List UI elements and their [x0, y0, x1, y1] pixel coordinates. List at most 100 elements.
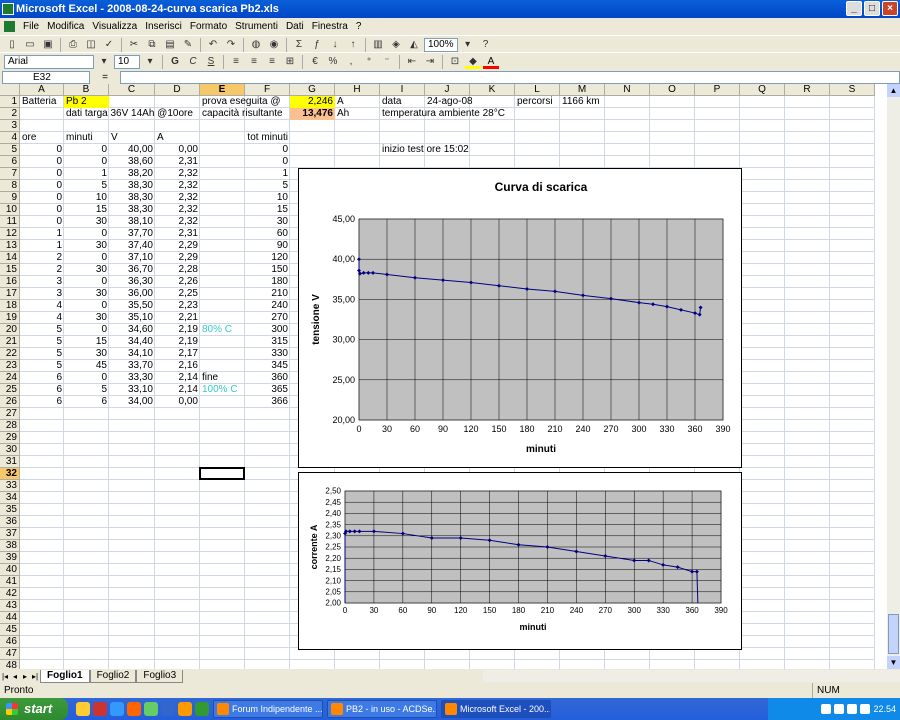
undo-icon[interactable]: ↶ [205, 38, 221, 52]
column-header-b[interactable]: B [64, 84, 109, 96]
cell-tot-minuti[interactable]: 366 [245, 396, 290, 408]
cell-i1[interactable]: data [380, 96, 425, 108]
cell-volt[interactable]: 33,70 [109, 360, 155, 372]
active-cell-e32[interactable] [199, 467, 245, 480]
vertical-scrollbar[interactable]: ▲ ▼ [887, 84, 900, 669]
copy-icon[interactable]: ⧉ [144, 38, 160, 52]
cell-minuti[interactable]: 45 [64, 360, 109, 372]
row-header[interactable]: 14 [0, 252, 20, 264]
column-header-e[interactable]: E [200, 84, 245, 96]
row-header[interactable]: 46 [0, 636, 20, 648]
formula-input[interactable] [120, 70, 900, 84]
cell-h1[interactable]: A [335, 96, 380, 108]
column-header-m[interactable]: M [560, 84, 605, 96]
cell-volt[interactable]: 36,30 [109, 276, 155, 288]
cell-amp[interactable]: 0,00 [155, 396, 200, 408]
cell-minuti[interactable]: 0 [64, 252, 109, 264]
cell-tot-minuti[interactable]: 120 [245, 252, 290, 264]
cell-volt[interactable]: 35,10 [109, 312, 155, 324]
column-header-a[interactable]: A [20, 84, 64, 96]
sort-ascending-icon[interactable]: ↓ [327, 38, 343, 52]
cell-amp[interactable]: 2,19 [155, 336, 200, 348]
row-header[interactable]: 17 [0, 288, 20, 300]
column-header-f[interactable]: F [245, 84, 290, 96]
cell-tot-minuti[interactable]: 330 [245, 348, 290, 360]
decrease-indent-icon[interactable]: ⇤ [404, 55, 420, 69]
cell-g2[interactable]: 13,476 [290, 108, 335, 120]
row-header[interactable]: 42 [0, 588, 20, 600]
borders-icon[interactable]: ⊡ [447, 55, 463, 69]
cell-ore[interactable]: 4 [20, 312, 64, 324]
italic-button[interactable]: C [185, 55, 201, 69]
cell-amp[interactable]: 2,28 [155, 264, 200, 276]
increase-indent-icon[interactable]: ⇥ [422, 55, 438, 69]
font-name-select[interactable]: Arial [4, 54, 94, 69]
align-right-icon[interactable]: ≡ [264, 55, 280, 69]
cell-b1[interactable]: Pb 2 [64, 96, 109, 108]
paste-icon[interactable]: ▤ [162, 38, 178, 52]
cell-e2[interactable]: capacità risultante [200, 108, 283, 120]
cell-amp[interactable]: 2,26 [155, 276, 200, 288]
task-acdsee[interactable]: PB2 - in uso - ACDSe... [327, 700, 437, 718]
cell-amp[interactable]: 2,25 [155, 288, 200, 300]
cell-volt[interactable]: 38,10 [109, 216, 155, 228]
column-header-d[interactable]: D [155, 84, 200, 96]
formula-equals[interactable]: = [90, 72, 120, 83]
row-header[interactable]: 48 [0, 660, 20, 669]
merge-center-icon[interactable]: ⊞ [282, 55, 298, 69]
row-header[interactable]: 26 [0, 396, 20, 408]
cell-minuti[interactable]: 30 [64, 348, 109, 360]
cell-amp[interactable]: 2,31 [155, 156, 200, 168]
row-header[interactable]: 32 [0, 468, 20, 480]
first-sheet-icon[interactable]: |◂ [0, 672, 10, 681]
row-header[interactable]: 25 [0, 384, 20, 396]
scroll-up-icon[interactable]: ▲ [887, 84, 900, 97]
row-header[interactable]: 2 [0, 108, 20, 120]
sheet-tab-foglio1[interactable]: Foglio1 [40, 669, 90, 683]
cell-tot-minuti[interactable]: 0 [245, 156, 290, 168]
cell-minuti[interactable]: 0 [64, 372, 109, 384]
row-header[interactable]: 16 [0, 276, 20, 288]
cell-g1[interactable]: 2,246 [290, 96, 335, 108]
column-header-k[interactable]: K [470, 84, 515, 96]
map-icon[interactable]: ◈ [388, 38, 404, 52]
cell-volt[interactable]: 38,30 [109, 204, 155, 216]
print-icon[interactable]: ⎙ [65, 38, 81, 52]
cell-amp[interactable]: 2,32 [155, 216, 200, 228]
row-header[interactable]: 21 [0, 336, 20, 348]
cell-tot-minuti[interactable]: 240 [245, 300, 290, 312]
column-header-q[interactable]: Q [740, 84, 785, 96]
select-all-corner[interactable] [0, 84, 20, 96]
tray-icon[interactable] [834, 704, 845, 714]
cell-ore[interactable]: 1 [20, 240, 64, 252]
document-icon[interactable] [4, 21, 15, 32]
cell-amp[interactable]: 2,14 [155, 372, 200, 384]
new-file-icon[interactable]: ▯ [4, 38, 20, 52]
row-header[interactable]: 35 [0, 504, 20, 516]
cell-volt[interactable]: 38,60 [109, 156, 155, 168]
row-header[interactable]: 15 [0, 264, 20, 276]
row-header[interactable]: 6 [0, 156, 20, 168]
column-header-j[interactable]: J [425, 84, 470, 96]
cell-tot-minuti[interactable]: 210 [245, 288, 290, 300]
cell-amp[interactable]: 2,14 [155, 384, 200, 396]
row-header[interactable]: 41 [0, 576, 20, 588]
cell-volt[interactable]: 34,00 [109, 396, 155, 408]
column-header-h[interactable]: H [335, 84, 380, 96]
hyperlink-icon[interactable]: ◍ [248, 38, 264, 52]
name-box[interactable]: E32 [2, 70, 90, 84]
sheet-tab-foglio3[interactable]: Foglio3 [136, 669, 184, 683]
cell-e1[interactable]: prova eseguita @ [200, 96, 281, 108]
row-header[interactable]: 13 [0, 240, 20, 252]
tray-icon[interactable] [821, 704, 832, 714]
spelling-icon[interactable]: ✓ [101, 38, 117, 52]
increase-decimal-icon[interactable]: ⁺ [361, 55, 377, 69]
cell-tot-minuti[interactable]: 60 [245, 228, 290, 240]
cell-note[interactable]: 100% C [200, 384, 245, 396]
cell-ore[interactable]: 0 [20, 204, 64, 216]
cell-m1[interactable]: 1166 km [560, 96, 605, 108]
cell-tot-minuti[interactable]: 345 [245, 360, 290, 372]
cell-ore[interactable]: 5 [20, 360, 64, 372]
currency-icon[interactable]: € [307, 55, 323, 69]
row-header[interactable]: 47 [0, 648, 20, 660]
